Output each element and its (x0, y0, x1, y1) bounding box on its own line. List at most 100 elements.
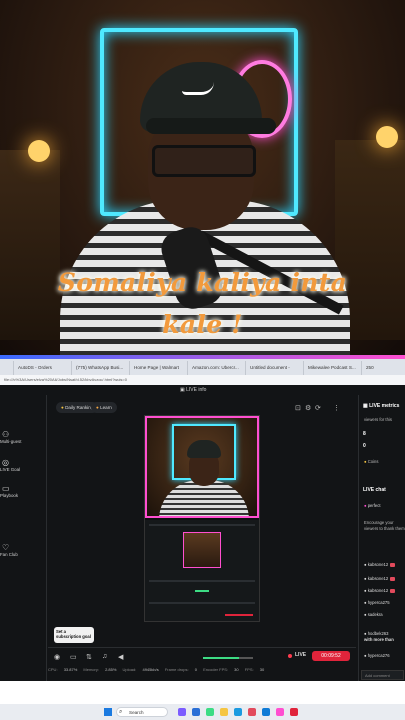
avatar: ● (364, 653, 367, 658)
volume-level (203, 657, 239, 659)
preview-bar (149, 524, 255, 526)
caption-line-1: Somaliya kaliya inta (57, 268, 348, 297)
more-icon[interactable]: ⋮ (333, 404, 340, 412)
right-sidebar: ▦ LIVE metrics viewers for this 8 0 ● Co… (358, 395, 405, 681)
chat-input[interactable]: Add comment (361, 670, 404, 680)
app-icon[interactable] (206, 708, 214, 716)
avatar: ● (364, 612, 367, 617)
live-timer-button[interactable]: 00:09:52 (312, 651, 350, 661)
layout-icon[interactable]: ⊡ (295, 404, 301, 412)
taskbar: Search ⌕ (0, 704, 405, 720)
gift-badge (390, 576, 396, 581)
app-icon[interactable] (178, 708, 186, 716)
stat-memory: Memory: 2.85% (83, 667, 117, 672)
preview-bar (149, 580, 255, 582)
folder-icon[interactable] (220, 708, 228, 716)
browser-tab[interactable]: Mikewalee Podcast S... (304, 361, 362, 375)
stream-preview[interactable] (144, 415, 260, 622)
stat-cpu: CPU: 33.87% (48, 667, 78, 672)
preview-cap (187, 440, 221, 458)
browser-tab-bar: AutoDS - Orders (775) WhatsApp Busi... H… (0, 359, 405, 375)
live-indicator-dot (288, 654, 292, 658)
gift-badge (390, 562, 396, 567)
app-icon[interactable] (290, 708, 298, 716)
lamp-left (28, 140, 50, 162)
coins-label: ● Coins (364, 459, 379, 464)
app-icon[interactable] (234, 708, 242, 716)
browser-tab[interactable]: Home Page | Walmart (130, 361, 188, 375)
pinned-user[interactable]: ● perfect (364, 503, 381, 508)
mixer-icon[interactable]: ⇅ (86, 653, 92, 661)
gift-badge (390, 588, 396, 593)
avatar: ● (364, 600, 367, 605)
preview-bar (195, 590, 209, 592)
stat-upload: Upload: 4945kb/s (122, 667, 159, 672)
mic-icon[interactable]: ♫ (102, 653, 107, 660)
browser-tab[interactable]: Untitled document - (246, 361, 304, 375)
sidebar-item-fan-club[interactable]: ♡ Fan Club (0, 543, 46, 557)
metrics-icon: ▦ (363, 403, 368, 409)
settings-icon[interactable]: ⚙ (305, 404, 311, 412)
avatar: ● (364, 576, 367, 581)
windows-start-icon[interactable] (104, 708, 112, 716)
rotate-icon[interactable]: ⟳ (315, 404, 321, 412)
avatar: ● (364, 588, 367, 593)
chat-user[interactable]: ● kabsone12 (364, 588, 396, 593)
settings-icon[interactable]: ◉ (54, 653, 60, 661)
live-info-icon: ▣ (180, 387, 185, 393)
sidebar-item-playbook[interactable]: ▭ Playbook (0, 484, 46, 498)
control-bar: ◉ ▭ ⇅ ♫ ◀ LIVE 00:09:52 (48, 647, 356, 666)
address-bar[interactable]: file:///c%3A/Users/elva%20Ali/Jobs/Nsaf/… (0, 375, 405, 385)
sidebar-item-live-goal[interactable]: ◎ LIVE Goal (0, 458, 46, 472)
speaker-icon[interactable]: ◀ (118, 653, 123, 661)
chat-user[interactable]: ● hyperca276 (364, 653, 390, 658)
subscription-goal-notice[interactable]: Set a subscription goal (54, 627, 94, 643)
app-title: ▣ LIVE info (180, 387, 207, 393)
sidebar-item-multi-guest[interactable]: ⚇ Multi-guest (0, 430, 46, 444)
live-label: LIVE (295, 652, 307, 658)
browser-tab[interactable]: Amazon.com: Ubercr... (188, 361, 246, 375)
caption-line-2: kale ! (162, 310, 243, 339)
camera-feed: Somaliya kaliya inta kale ! (0, 0, 405, 357)
browser-tab[interactable] (0, 361, 14, 375)
stat-encoder-fps: Encoder FPS: 30 (203, 667, 239, 672)
camera-icon[interactable]: ▭ (70, 653, 77, 661)
live-metrics-title: ▦ LIVE metrics (363, 403, 400, 409)
app-icon[interactable] (262, 708, 270, 716)
browser-tab[interactable]: (775) WhatsApp Busi... (72, 361, 130, 375)
chat-user[interactable]: ● kabsone12 (364, 576, 396, 581)
app-icon[interactable] (192, 708, 200, 716)
trophy-icon: ● (61, 405, 64, 410)
browser-tab[interactable]: 250 (362, 361, 405, 375)
preview-camera (145, 416, 259, 518)
avatar: ● (364, 631, 367, 636)
chat-user[interactable]: ● sadekra (364, 612, 383, 617)
cap-brim (146, 118, 276, 134)
blank-area (0, 681, 405, 704)
live-studio-app: ▣ LIVE info ⚇ Multi-guest ◎ LIVE Goal ▭ … (0, 385, 405, 681)
avatar: ● (364, 562, 367, 567)
playbook-icon: ▭ (2, 484, 10, 493)
tiktok-icon[interactable] (276, 708, 284, 716)
chat-user[interactable]: ● hyperca275 (364, 600, 390, 605)
chat-message: with more than (364, 637, 394, 642)
metric-value: 8 (363, 431, 366, 437)
person-glasses (152, 145, 256, 177)
avatar: ● (364, 503, 367, 508)
learn-icon: ● (96, 405, 99, 410)
stream-stats: CPU: 33.87% Memory: 2.85% Upload: 4945kb… (48, 667, 358, 679)
learn-pill[interactable]: ● Learn (91, 402, 117, 413)
preview-bar (225, 614, 253, 616)
preview-nested-ui (145, 520, 259, 621)
stat-fps: FPS: 30 (244, 667, 265, 672)
taskbar-search[interactable]: Search (116, 707, 168, 717)
metric-value-2: 0 (363, 443, 366, 449)
app-icon[interactable] (248, 708, 256, 716)
left-sidebar: ⚇ Multi-guest ◎ LIVE Goal ▭ Playbook ♡ F… (0, 395, 47, 681)
main-panel: ● Daily Ranking ● Learn ⊡ ⚙ ⟳ ⋮ Set a su… (48, 395, 356, 645)
chat-user[interactable]: ● hodbek263 (364, 631, 388, 636)
browser-tab[interactable]: AutoDS - Orders (14, 361, 72, 375)
search-icon: ⌕ (119, 709, 123, 715)
heart-icon: ♡ (2, 543, 10, 552)
chat-user[interactable]: ● kabsone12 (364, 562, 396, 567)
